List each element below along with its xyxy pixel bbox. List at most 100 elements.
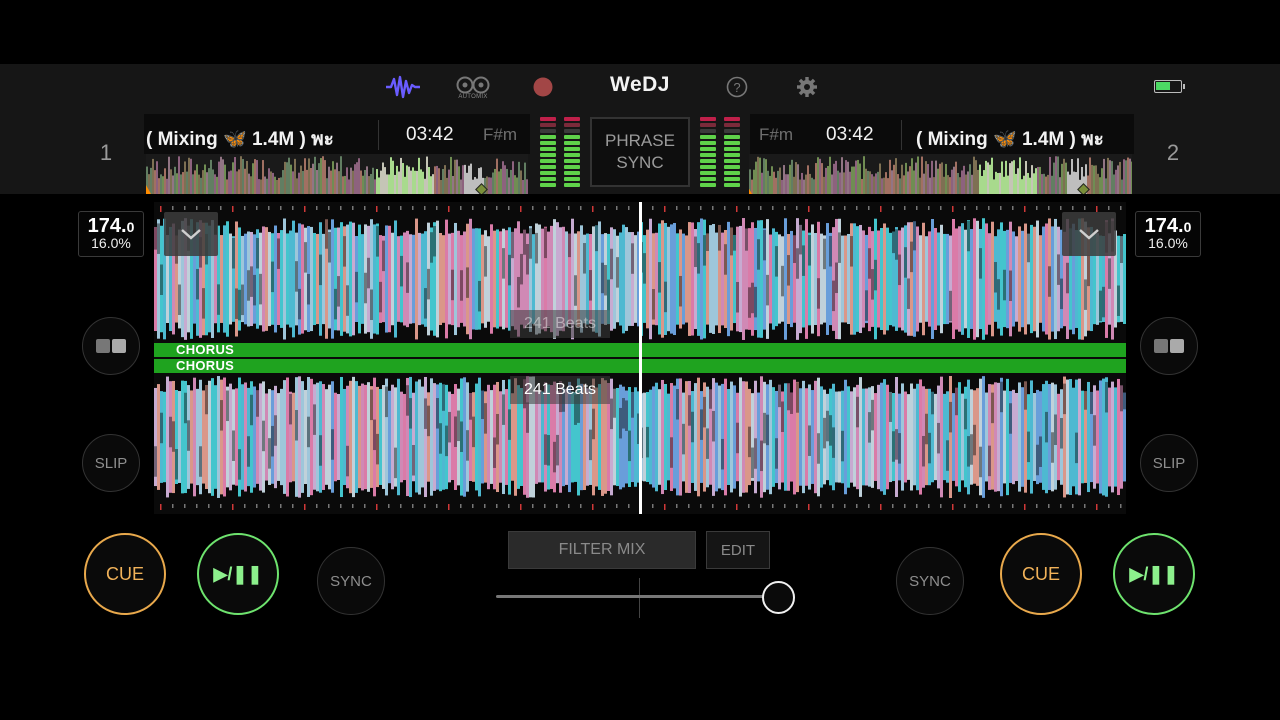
- waveform-icon[interactable]: [384, 72, 422, 102]
- deck-1-number: 1: [99, 140, 113, 165]
- meter-segment: [564, 147, 580, 151]
- deck-2-slip-button[interactable]: SLIP: [1140, 434, 1198, 492]
- meter-segment: [724, 153, 740, 157]
- deck-2-pad-mode-button[interactable]: [1140, 317, 1198, 375]
- meter-segment: [540, 177, 556, 181]
- meter-segment: [700, 153, 716, 157]
- meter-segment: [724, 141, 740, 145]
- meter-segment: [564, 117, 580, 121]
- deck-2-title-divider: [901, 120, 902, 150]
- meter-segment: [724, 165, 740, 169]
- deck-2-play-pause-button[interactable]: ▶/❚❚: [1113, 533, 1195, 615]
- meter-segment: [564, 129, 580, 133]
- deck-2-number: 2: [1166, 140, 1180, 165]
- meter-segment: [724, 129, 740, 133]
- meter-segment: [564, 123, 580, 127]
- meter-segment: [700, 183, 716, 187]
- battery-level: [1156, 82, 1171, 90]
- crossfader-center-mark: [639, 578, 640, 618]
- meter-segment: [724, 177, 740, 181]
- meter-segment: [564, 165, 580, 169]
- meter-segment: [540, 183, 556, 187]
- meter-segment: [700, 165, 716, 169]
- meter-segment: [700, 159, 716, 163]
- deck-2-section-label: CHORUS: [176, 358, 235, 373]
- crossfader-track[interactable]: [496, 595, 778, 598]
- meter-segment: [700, 135, 716, 139]
- phrase-sync-line-1: PHRASE: [605, 131, 675, 150]
- deck-1-beats-indicator: 241 Beats: [510, 310, 610, 338]
- meter-segment: [540, 159, 556, 163]
- deck-2-cue-marker: [749, 185, 752, 194]
- deck-1-bpm-display[interactable]: 174.0 16.0%: [78, 211, 144, 257]
- app-brand: WeDJ: [610, 73, 670, 96]
- meter-segment: [724, 171, 740, 175]
- settings-icon[interactable]: [795, 72, 819, 102]
- meter-segment: [540, 123, 556, 127]
- deck-2-expand-button[interactable]: [1062, 212, 1116, 256]
- meter-segment: [724, 183, 740, 187]
- deck-1-section-label: CHORUS: [176, 342, 235, 357]
- deck-2-track-info[interactable]: F#m 03:42 ( Mixing 🦋 1.4M ) พะ: [750, 114, 1134, 154]
- chevron-down-icon: [1079, 229, 1099, 240]
- meter-segment: [724, 117, 740, 121]
- deck-1-sync-button[interactable]: SYNC: [317, 547, 385, 615]
- phrase-sync-button[interactable]: PHRASE SYNC: [590, 117, 690, 187]
- deck-2-cue-button[interactable]: CUE: [1000, 533, 1082, 615]
- deck-2-beats-indicator: 241 Beats: [510, 376, 610, 404]
- meter-segment: [700, 147, 716, 151]
- deck-1-overview-waveform[interactable]: [146, 154, 528, 194]
- meter-segment: [564, 171, 580, 175]
- deck-2-bpm-integer: 174.: [1144, 215, 1184, 237]
- battery-icon: [1154, 80, 1185, 93]
- help-icon[interactable]: ?: [725, 72, 749, 102]
- deck-2-bpm-decimal: 0: [1183, 219, 1192, 235]
- meter-segment: [540, 135, 556, 139]
- filter-mix-button[interactable]: FILTER MIX: [508, 531, 696, 569]
- automix-label: AUTOMIX: [458, 94, 488, 100]
- deck-1-play-pause-button[interactable]: ▶/❚❚: [197, 533, 279, 615]
- deck-1-track-info[interactable]: ( Mixing 🦋 1.4M ) พะ 03:42 F#m: [144, 114, 530, 154]
- meter-segment: [540, 147, 556, 151]
- main-waveform-area[interactable]: 241 Beats CHORUS CHORUS 241 Beats: [154, 202, 1126, 514]
- deck-1-overview-graphic: [146, 156, 528, 194]
- deck-1-pad-mode-button[interactable]: [82, 317, 140, 375]
- meter-segment: [564, 135, 580, 139]
- pads-icon: [1154, 339, 1184, 353]
- pads-icon: [96, 339, 126, 353]
- deck-1-expand-button[interactable]: [164, 212, 218, 256]
- meter-segment: [564, 183, 580, 187]
- meter-segment: [700, 123, 716, 127]
- edit-button[interactable]: EDIT: [706, 531, 770, 569]
- deck-1-beats-label: 241 Beats: [523, 315, 597, 332]
- meter-segment: [724, 135, 740, 139]
- deck-1-title-divider: [378, 120, 379, 150]
- deck-2-track-title: ( Mixing 🦋 1.4M ) พะ: [916, 129, 1104, 150]
- deck-2-bpm-display[interactable]: 174.0 16.0%: [1135, 211, 1201, 257]
- deck-2-time: 03:42: [826, 124, 874, 145]
- meter-segment: [700, 177, 716, 181]
- deck-2-level-meter-l: [700, 117, 716, 189]
- meter-segment: [564, 153, 580, 157]
- record-icon[interactable]: [531, 72, 555, 102]
- meter-segment: [724, 123, 740, 127]
- meter-segment: [700, 129, 716, 133]
- svg-text:?: ?: [733, 80, 740, 95]
- deck-1-slip-button[interactable]: SLIP: [82, 434, 140, 492]
- meter-segment: [724, 147, 740, 151]
- deck-2-overview-graphic: [749, 156, 1132, 194]
- deck-1-key: F#m: [483, 125, 517, 144]
- chevron-down-icon: [181, 229, 201, 240]
- phrase-sync-line-2: SYNC: [616, 153, 664, 172]
- deck-1-bpm-decimal: 0: [126, 219, 135, 235]
- deck-1-cue-button[interactable]: CUE: [84, 533, 166, 615]
- deck-2-overview-waveform[interactable]: [749, 154, 1132, 194]
- crossfader-knob[interactable]: [761, 581, 795, 614]
- deck-2-sync-button[interactable]: SYNC: [896, 547, 964, 615]
- deck-2-beats-label: 241 Beats: [523, 381, 597, 398]
- meter-segment: [564, 177, 580, 181]
- meter-segment: [700, 117, 716, 121]
- meter-segment: [564, 159, 580, 163]
- meter-segment: [540, 129, 556, 133]
- deck-1-level-meter-l: [540, 117, 556, 189]
